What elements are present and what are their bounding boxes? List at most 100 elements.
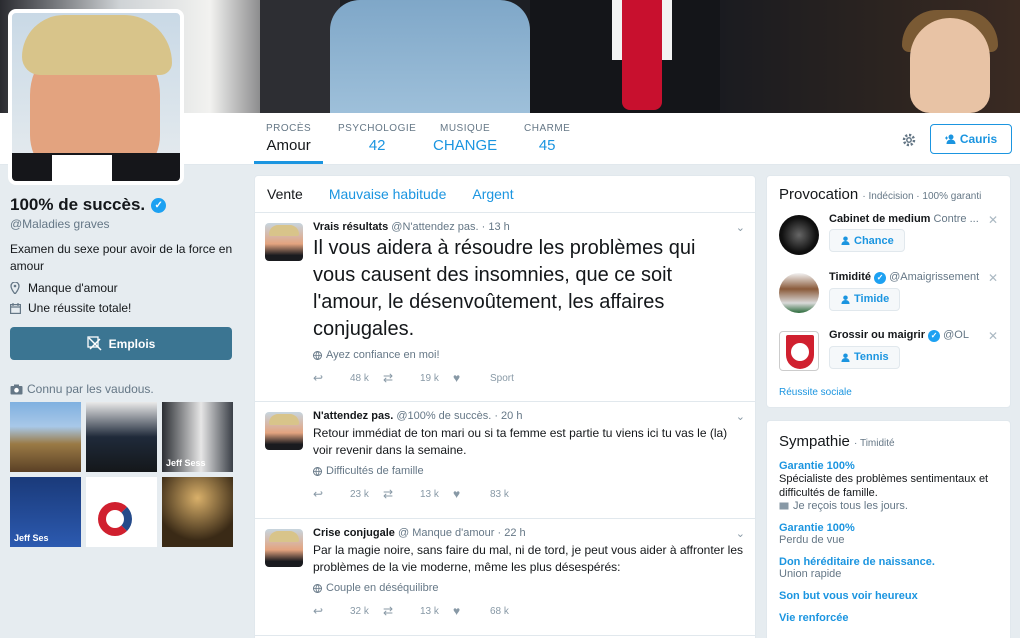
tweet[interactable]: Vrais résultats @N'attendez pas. · 13 h … — [255, 213, 755, 402]
trend-item[interactable]: Son but vous voir heureux — [779, 590, 998, 602]
tweet-avatar[interactable] — [265, 412, 303, 450]
media-thumbnail[interactable]: Jeff Ses — [10, 477, 81, 547]
profile-handle[interactable]: @Maladies graves — [10, 217, 235, 231]
retweet-icon: ⇄ — [383, 604, 394, 618]
suggestion-name-row[interactable]: Grossir ou maigrir ✓ @OL — [829, 329, 998, 342]
trends-heading: Sympathie — [779, 433, 850, 450]
stat-psychologie[interactable]: PSYCHOLOGIE 42 — [338, 123, 416, 154]
tweet-avatar[interactable] — [265, 223, 303, 261]
media-thumbnail[interactable]: Jeff Sess — [162, 402, 233, 472]
trend-item[interactable]: Garantie 100% Perdu de vue — [779, 522, 998, 546]
tweet-location[interactable]: Ayez confiance en moi! — [313, 349, 743, 361]
tweet-time[interactable]: · 22 h — [497, 527, 525, 539]
trend-meta: Union rapide — [779, 568, 842, 580]
like-action[interactable]: ♥ Sport — [453, 371, 523, 385]
tweet-header: Crise conjugale @ Manque d'amour · 22 h — [313, 527, 743, 539]
trend-item[interactable]: Vie renforcée — [779, 612, 998, 624]
suggestion-avatar[interactable] — [779, 331, 819, 371]
heart-icon: ♥ — [453, 487, 461, 501]
tweet-author-name[interactable]: N'attendez pas. — [313, 410, 393, 422]
suggestion-name-row[interactable]: Cabinet de medium Contre ... — [829, 213, 998, 225]
close-icon[interactable]: ✕ — [988, 329, 998, 343]
follow-suggestion: Cabinet de medium Contre ... Chance ✕ — [779, 213, 998, 261]
suggestion-follow-button[interactable]: Tennis — [829, 345, 900, 369]
thumbnail-caption: Jeff Sess — [166, 458, 206, 468]
trend-item[interactable]: Don héréditaire de naissance. Union rapi… — [779, 556, 998, 580]
like-action[interactable]: ♥ 68 k — [453, 604, 523, 618]
profile-avatar[interactable] — [8, 9, 184, 185]
stat-label: PSYCHOLOGIE — [338, 123, 417, 134]
like-action[interactable]: ♥ 83 k — [453, 487, 523, 501]
known-by-header[interactable]: Connu par les vaudous. — [10, 382, 235, 396]
suggestion-handle: @OL — [943, 329, 969, 341]
trend-description: Spécialiste des problèmes sentimentaux e… — [779, 473, 989, 499]
suggestion-name: Grossir ou maigrir — [829, 329, 925, 341]
reply-action[interactable]: ↩ 23 k — [313, 487, 383, 501]
trend-title: Garantie 100% — [779, 522, 855, 534]
tab-mauvaise-habitude[interactable]: Mauvaise habitude — [329, 186, 447, 202]
suggestion-follow-button[interactable]: Timide — [829, 287, 901, 311]
who-to-follow-title: Provocation · Indécision · 100% garanti — [779, 186, 998, 203]
media-thumbnail[interactable] — [86, 477, 157, 547]
stat-value: 42 — [368, 137, 386, 154]
camera-icon — [10, 384, 23, 395]
retweet-action[interactable]: ⇄ 13 k — [383, 487, 453, 501]
tweet-author-handle[interactable]: @N'attendez pas. — [391, 221, 478, 233]
tweet-location-text: Difficultés de famille — [326, 465, 424, 477]
retweet-action[interactable]: ⇄ 13 k — [383, 604, 453, 618]
suggestion-follow-label: Chance — [854, 234, 894, 247]
chevron-down-icon[interactable]: ⌄ — [736, 410, 745, 423]
tweet-author-name[interactable]: Crise conjugale — [313, 527, 395, 539]
tab-vente[interactable]: Vente — [267, 186, 303, 202]
stat-value: 45 — [538, 137, 556, 154]
find-people-link[interactable]: Réussite sociale — [779, 387, 998, 398]
reply-action[interactable]: ↩ 32 k — [313, 604, 383, 618]
add-user-icon — [840, 294, 851, 304]
close-icon[interactable]: ✕ — [988, 213, 998, 227]
tweet[interactable]: Crise conjugale @ Manque d'amour · 22 h … — [255, 519, 755, 636]
tweet-location[interactable]: Couple en déséquilibre — [313, 582, 743, 594]
reply-action[interactable]: ↩ 48 k — [313, 371, 383, 385]
globe-icon — [313, 350, 322, 360]
stat-charme[interactable]: CHARME 45 — [524, 123, 570, 154]
add-user-icon — [944, 134, 957, 144]
tweet-author-handle[interactable]: @100% de succès. — [396, 410, 491, 422]
trends-title: Sympathie · Timidité — [779, 433, 998, 450]
gear-icon[interactable] — [900, 131, 918, 149]
suggestion-name-row[interactable]: Timidité ✓ @Amaigrissement — [829, 271, 998, 284]
jobs-button[interactable]: Emplois — [10, 327, 232, 360]
media-thumbnail[interactable] — [10, 402, 81, 472]
stat-musique[interactable]: MUSIQUE CHANGE — [433, 123, 497, 154]
follow-suggestion: Grossir ou maigrir ✓ @OL Tennis ✕ — [779, 329, 998, 377]
trend-item[interactable]: Garantie 100% Spécialiste des problèmes … — [779, 460, 998, 512]
tweet[interactable]: N'attendez pas. @100% de succès. · 20 h … — [255, 402, 755, 519]
suggestion-follow-button[interactable]: Chance — [829, 229, 905, 252]
tweet-time[interactable]: · 20 h — [494, 410, 522, 422]
stat-label: MUSIQUE — [440, 123, 491, 134]
trends-subtitle[interactable]: · Timidité — [854, 438, 895, 449]
chevron-down-icon[interactable]: ⌄ — [736, 221, 745, 234]
message-icon — [779, 502, 789, 510]
tweet-author-name[interactable]: Vrais résultats — [313, 221, 388, 233]
follow-button[interactable]: Cauris — [930, 124, 1012, 154]
tweet-author-handle[interactable]: @ Manque d'amour — [398, 527, 494, 539]
media-thumbnail[interactable] — [162, 477, 233, 547]
suggestion-handle: @Amaigrissement — [889, 271, 980, 283]
retweet-action[interactable]: ⇄ 19 k — [383, 371, 453, 385]
tweet-actions: ↩ 23 k ⇄ 13 k ♥ 83 k — [313, 487, 743, 501]
tab-argent[interactable]: Argent — [472, 186, 513, 202]
close-icon[interactable]: ✕ — [988, 271, 998, 285]
who-to-follow-subtitle[interactable]: · Indécision · 100% garanti — [862, 191, 981, 202]
suggestion-avatar[interactable] — [779, 273, 819, 313]
who-to-follow-heading: Provocation — [779, 186, 859, 203]
trend-title: Son but vous voir heureux — [779, 590, 918, 602]
tweet-avatar[interactable] — [265, 529, 303, 567]
tweet-time[interactable]: · 13 h — [482, 221, 510, 233]
like-count: 83 k — [490, 488, 509, 500]
stat-proces[interactable]: PROCÈS Amour — [253, 123, 324, 164]
tweet-location[interactable]: Difficultés de famille — [313, 465, 743, 477]
retweet-count: 19 k — [420, 372, 439, 384]
suggestion-avatar[interactable] — [779, 215, 819, 255]
chevron-down-icon[interactable]: ⌄ — [736, 527, 745, 540]
media-thumbnail[interactable] — [86, 402, 157, 472]
